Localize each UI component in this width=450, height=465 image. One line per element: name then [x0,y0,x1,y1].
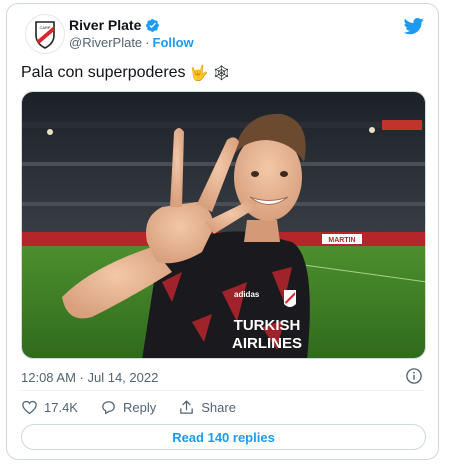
reply-button[interactable]: Reply [100,399,156,416]
display-name[interactable]: River Plate [69,17,141,33]
reply-bubble-icon [102,401,115,415]
read-replies-button[interactable]: Read 140 replies [21,424,426,450]
photo-illustration: MARTIN adidas TURKISH AIRLINES [22,92,425,358]
tweet-photo[interactable]: MARTIN adidas TURKISH AIRLINES [21,91,426,359]
separator-dot: · [145,35,150,50]
info-icon[interactable] [405,367,423,385]
share-icon [180,400,194,414]
svg-text:CARP: CARP [39,25,50,30]
twitter-bird-icon[interactable] [404,16,424,36]
heart-icon [22,400,37,415]
rock-hand-emoji-icon: 🤟 [189,65,209,82]
reply-label: Reply [122,400,157,415]
tweet-body: Pala con superpoderes [21,64,186,81]
follow-button[interactable]: Follow [153,35,194,50]
tweet-text: Pala con superpoderes 🤟 🕸 [21,64,231,82]
ad-board-text: MARTIN [328,237,355,244]
share-label: Share [201,400,236,415]
account-name-row: River Plate [69,17,160,33]
tweet-timestamp[interactable]: 12:08 AM · Jul 14, 2022 [21,370,158,385]
shirt-sponsor-line1: TURKISH [234,317,301,334]
verified-badge-icon [146,18,160,32]
avatar[interactable]: CARP [25,14,65,54]
like-button[interactable]: 17.4K [21,399,78,416]
handle-row: @RiverPlate · Follow [69,35,194,50]
share-button[interactable]: Share [178,399,236,416]
like-count: 17.4K [44,400,78,415]
shirt-sponsor-line2: AIRLINES [232,335,302,352]
spider-web-emoji-icon: 🕸 [212,65,232,82]
divider [21,390,424,391]
shirt-brand-text: adidas [234,290,260,299]
handle[interactable]: @RiverPlate [69,35,142,50]
action-bar: 17.4K Reply Share [21,399,258,416]
tweet-card: CARP River Plate @RiverPlate · Follow Pa… [6,3,439,460]
